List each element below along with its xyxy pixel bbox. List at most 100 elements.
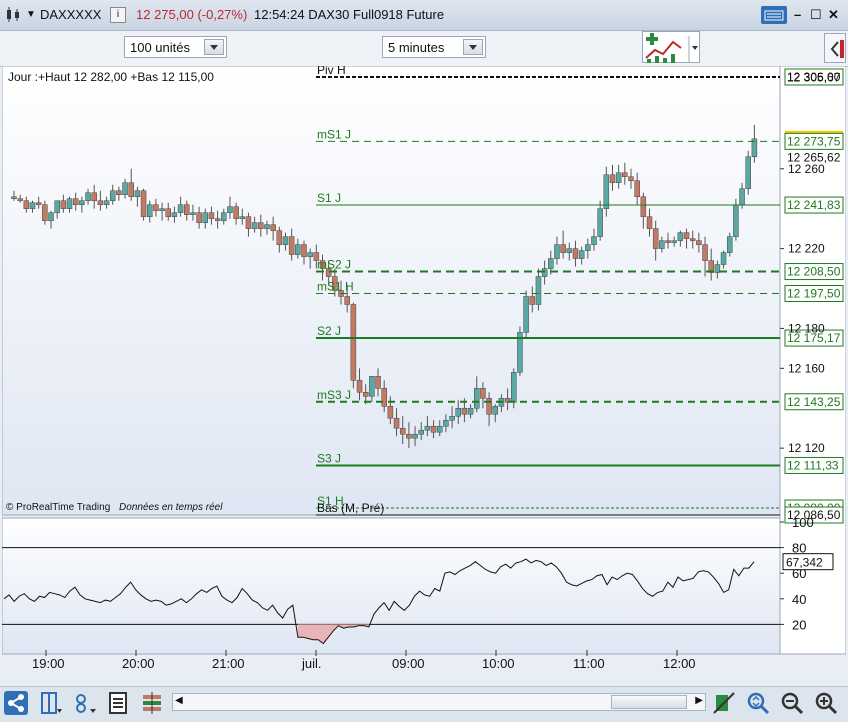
indicator-panel-background [2, 517, 781, 655]
indicator-current-value: 67,342 [786, 556, 823, 570]
candle-body [387, 405, 394, 419]
candle-body [196, 212, 202, 223]
price-tick-label: 12 180 [788, 321, 825, 335]
chevron-down-icon[interactable] [204, 39, 224, 55]
candle-body [591, 236, 597, 245]
zoom-auto-icon[interactable] [746, 691, 770, 715]
scroll-left-icon[interactable]: ◀ [175, 695, 183, 706]
chart-toolbar: 100 unités 5 minutes [0, 31, 848, 67]
info-icon[interactable]: i [110, 7, 126, 23]
scrollbar-thumb[interactable] [611, 695, 687, 709]
candle-body [480, 388, 486, 399]
share-icon[interactable] [4, 691, 28, 715]
add-indicator-icon [645, 33, 698, 63]
candle-body [264, 224, 270, 229]
candle-body [146, 204, 153, 217]
level-label: S2 J [317, 324, 341, 338]
candle-body [251, 222, 258, 229]
candle-body [646, 216, 653, 229]
candle-body [54, 200, 60, 213]
bar-style-icon[interactable] [140, 691, 164, 715]
candle-body [245, 216, 252, 229]
close-icon[interactable]: ✕ [828, 7, 839, 23]
candle-body [461, 407, 468, 415]
candle-body [393, 417, 400, 429]
keyboard-icon[interactable] [761, 6, 787, 24]
price-tick-label: 12 260 [788, 162, 825, 176]
candle-body [554, 244, 560, 259]
level-label: S1 J [317, 191, 341, 205]
candle-body [634, 180, 640, 197]
level-label: mS3 J [317, 388, 351, 402]
candlestick-icon[interactable] [4, 6, 22, 24]
candle-body [603, 174, 610, 209]
candle-body [66, 198, 73, 209]
candle-body [239, 216, 246, 219]
time-axis-label: juil. [301, 656, 322, 671]
candle-body [344, 296, 350, 305]
units-selector[interactable]: 100 unités [124, 36, 227, 58]
price-chart[interactable]: Piv H12 306,0012 305,6712 275,00mS1 J12 … [2, 66, 846, 686]
price-axis-value: 12 305,67 [787, 71, 841, 85]
layout-icon[interactable] [38, 691, 62, 715]
candle-body [474, 388, 480, 409]
indicator-tick-label: 40 [792, 592, 806, 607]
candle-body [652, 228, 659, 249]
drawing-tools-icon[interactable] [712, 691, 736, 715]
candle-body [214, 218, 221, 221]
candle-body [109, 190, 116, 201]
scroll-right-icon[interactable]: ▶ [695, 695, 703, 706]
chevron-down-icon[interactable] [463, 39, 483, 55]
interval-selector[interactable]: 5 minutes [382, 36, 486, 58]
candle-body [270, 224, 276, 231]
candle-body [369, 376, 375, 397]
candle-body [23, 200, 30, 209]
symbol-name[interactable]: DAXXXXX [40, 7, 101, 22]
maximize-icon[interactable]: ☐ [810, 7, 822, 23]
dropdown-arrow-icon[interactable]: ▼ [26, 9, 36, 20]
candle-body [60, 200, 67, 209]
candle-body [79, 200, 85, 205]
candle-body [436, 425, 443, 433]
candle-body [560, 244, 566, 253]
interval-value: 5 minutes [388, 40, 445, 55]
candle-body [116, 190, 122, 195]
candle-body [221, 212, 227, 221]
time-axis-label: 11:00 [573, 656, 605, 671]
time-instrument: 12:54:24 DAX30 Full0918 Future [254, 7, 445, 22]
candle-body [529, 296, 536, 305]
chart-area[interactable]: Piv H12 306,0012 305,6712 275,00mS1 J12 … [2, 66, 846, 671]
link-icon[interactable] [72, 691, 96, 715]
candle-body [418, 429, 424, 435]
indicators-button[interactable] [642, 31, 700, 63]
candle-body [140, 190, 147, 217]
credit-text: © ProRealTime Trading [6, 502, 111, 513]
candle-body [258, 222, 264, 229]
candle-body [671, 240, 677, 243]
candle-body [153, 204, 159, 211]
zoom-out-icon[interactable] [780, 691, 804, 715]
candle-body [406, 433, 412, 439]
price-tick-label: 12 120 [788, 441, 825, 455]
level-label: mS1 J [317, 127, 351, 141]
time-axis-label: 09:00 [392, 656, 425, 671]
candle-body [276, 230, 283, 245]
side-panel-toggle[interactable] [824, 33, 846, 63]
price-axis-value: 12 143,25 [787, 395, 841, 409]
candle-body [597, 208, 603, 237]
candle-body [301, 244, 307, 257]
horizontal-scrollbar[interactable]: ◀ ▶ [172, 693, 706, 711]
candle-body [103, 200, 110, 205]
candle-body [350, 304, 357, 381]
document-icon[interactable] [106, 691, 130, 715]
candle-body [171, 212, 178, 217]
candle-body [572, 248, 579, 259]
candle-body [535, 276, 542, 305]
candle-body [548, 258, 554, 269]
candle-body [745, 156, 751, 189]
zoom-in-icon[interactable] [814, 691, 838, 715]
candle-body [85, 192, 91, 201]
minimize-icon[interactable]: – [794, 7, 801, 22]
realtime-text: Données en temps réel [119, 502, 223, 513]
units-value: 100 unités [130, 40, 190, 55]
